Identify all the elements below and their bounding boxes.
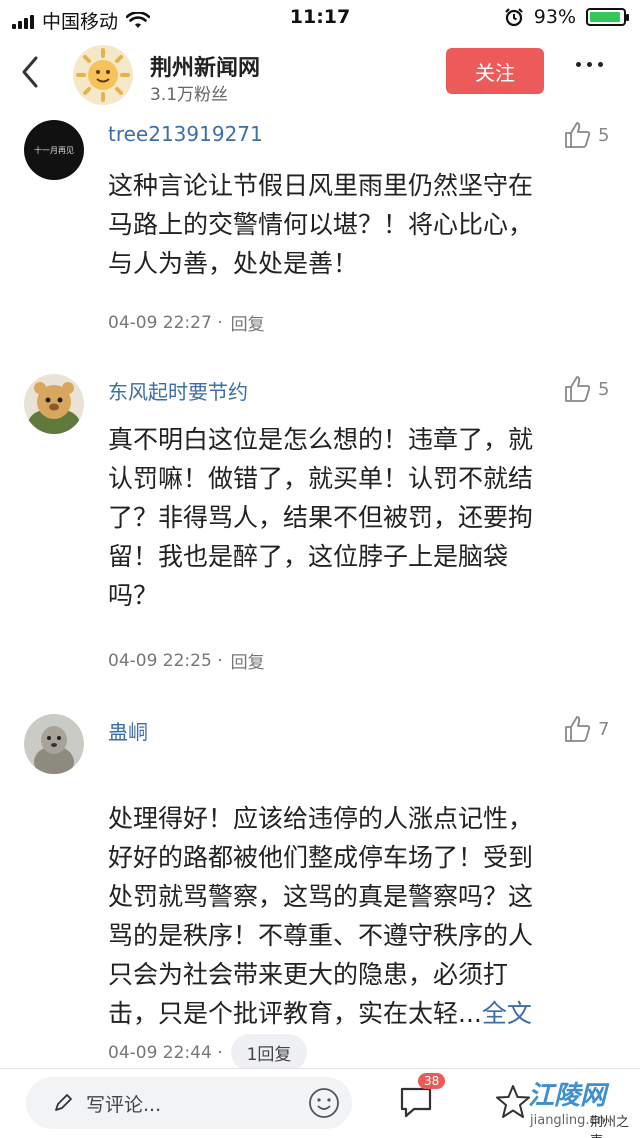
comment-time: 04-09 22:27 ·: [108, 312, 223, 333]
comment-meta: 04-09 22:44 · 1回复: [108, 1034, 308, 1071]
comment-count-badge: 38: [418, 1073, 446, 1089]
status-right: 93%: [504, 6, 629, 28]
watermark-brand: 荆州之声: [590, 1115, 630, 1138]
reply-link[interactable]: 回复: [231, 310, 265, 335]
header-bar: 荆州新闻网 3.1万粉丝 关注: [0, 36, 640, 114]
comment-text: 这种言论让节假日风里雨里仍然坚守在 马路上的交警情何以堪？！将心比心， 与人为善…: [108, 171, 534, 278]
full-text-link[interactable]: 全文: [482, 999, 532, 1028]
status-bar: 中国移动 11:17 93%: [0, 0, 640, 36]
comment-time: 04-09 22:25 ·: [108, 650, 223, 671]
account-name[interactable]: 荆州新闻网: [150, 50, 260, 82]
like-button[interactable]: 5: [562, 374, 609, 404]
more-options-icon[interactable]: [576, 62, 603, 67]
like-count: 7: [598, 718, 610, 740]
like-button[interactable]: 7: [562, 714, 609, 744]
reply-link[interactable]: 回复: [231, 648, 265, 673]
comment-meta: 04-09 22:25 · 回复: [108, 648, 265, 674]
thumbs-up-icon: [565, 716, 591, 742]
alarm-clock-icon: [504, 8, 523, 27]
comment-meta: 04-09 22:27 · 回复: [108, 310, 265, 336]
comment-username[interactable]: 蛊峒: [108, 716, 148, 745]
write-comment-input[interactable]: 写评论...: [26, 1077, 352, 1129]
battery-fill: [590, 12, 620, 22]
thumbs-up-icon: [565, 376, 591, 402]
account-avatar[interactable]: [72, 44, 134, 106]
follow-button[interactable]: 关注: [446, 48, 544, 94]
emoji-icon[interactable]: [308, 1087, 340, 1119]
battery-icon: [586, 8, 629, 26]
like-count: 5: [598, 124, 610, 146]
back-arrow-icon[interactable]: [16, 50, 46, 94]
pencil-icon: [55, 1094, 72, 1111]
comment-text: 真不明白这位是怎么想的！违章了，就 认罚嘛！做错了，就买单！认罚不就结 了？非得…: [108, 425, 534, 610]
comment-text-block: 处理得好！应该给违停的人涨点记性， 好好的路都被他们整成停车场了！受到 处罚就骂…: [108, 760, 618, 1033]
write-comment-placeholder: 写评论...: [86, 1093, 162, 1116]
favorite-star-icon[interactable]: [494, 1083, 532, 1121]
follower-count: 3.1万粉丝: [150, 85, 229, 105]
watermark-logo: 江陵网: [528, 1081, 607, 1111]
thumbs-up-icon: [565, 122, 591, 148]
comment-text: 处理得好！应该给违停的人涨点记性， 好好的路都被他们整成停车场了！受到 处罚就骂…: [108, 804, 534, 1028]
user-avatar[interactable]: [24, 374, 84, 434]
like-count: 5: [598, 378, 610, 400]
comment-time: 04-09 22:44 ·: [108, 1042, 223, 1063]
user-avatar[interactable]: [24, 714, 84, 774]
reply-count-button[interactable]: 1回复: [230, 1034, 308, 1071]
user-avatar[interactable]: 十一月再见: [24, 120, 84, 180]
like-button[interactable]: 5: [562, 120, 609, 150]
comment-username[interactable]: tree213919271: [108, 122, 263, 146]
avatar-caption: 十一月再见: [34, 145, 74, 155]
battery-percent: 93%: [533, 6, 576, 28]
comment-username[interactable]: 东风起时要节约: [108, 376, 248, 405]
bottom-toolbar: 写评论... 38 江陵网 jiangling.cn 荆州之声: [0, 1068, 640, 1138]
